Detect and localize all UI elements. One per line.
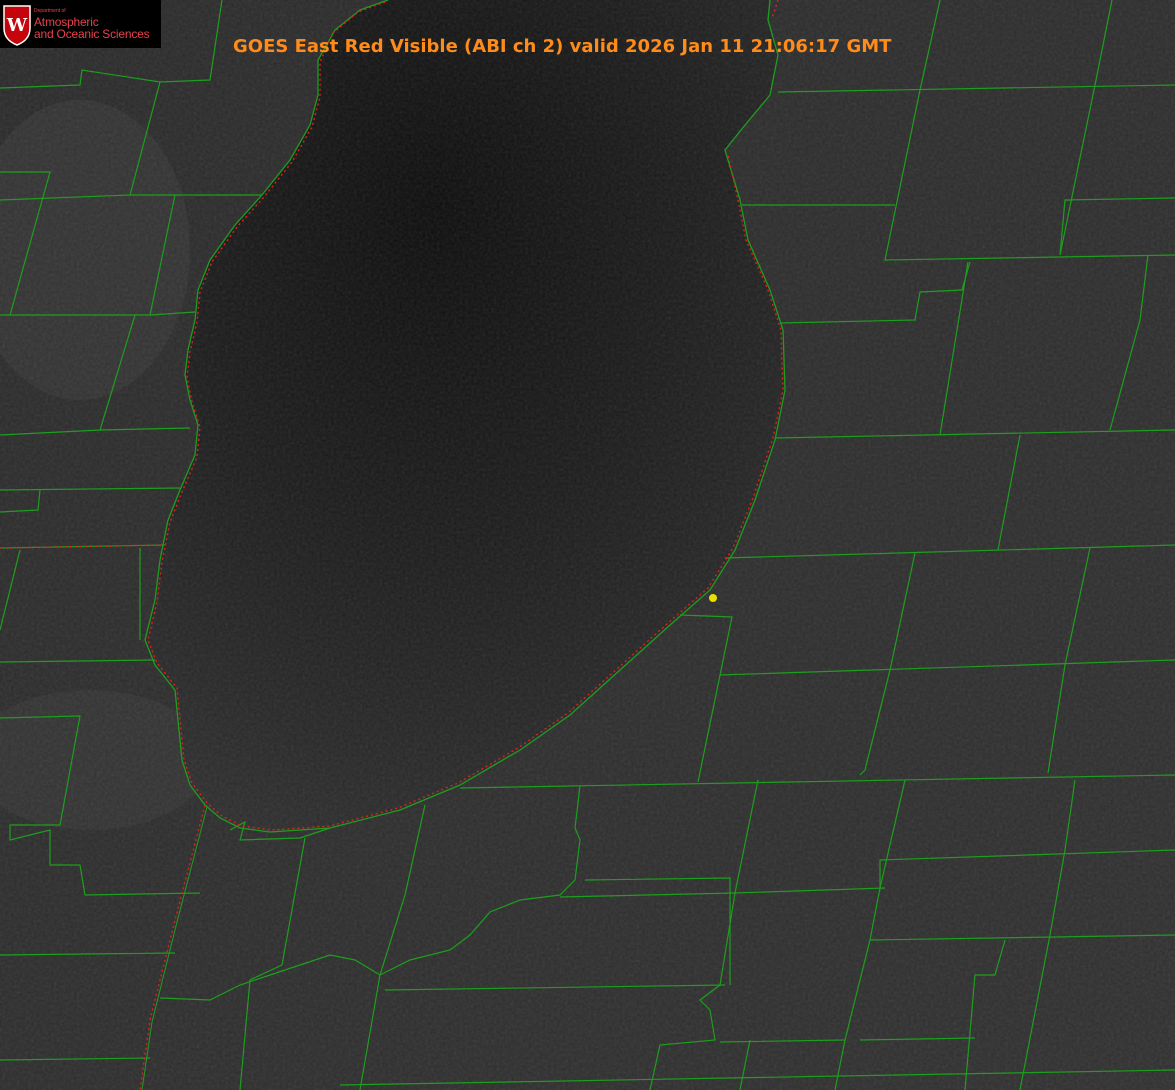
aos-logo: W Department of Atmospheric and Oceanic … [0, 0, 161, 48]
satellite-image-frame: W Department of Atmospheric and Oceanic … [0, 0, 1175, 1090]
logo-line-2: and Oceanic Sciences [34, 26, 150, 41]
logo-line-1: Atmospheric [34, 14, 99, 29]
logo-department: Department of [34, 7, 66, 14]
logo-text: Department of Atmospheric and Oceanic Sc… [34, 7, 150, 41]
image-title: GOES East Red Visible (ABI ch 2) valid 2… [233, 36, 892, 57]
visible-satellite-map [0, 0, 1175, 1090]
crest-letter: W [6, 15, 28, 36]
station-marker [709, 594, 717, 602]
uw-crest-icon: W [3, 5, 31, 46]
